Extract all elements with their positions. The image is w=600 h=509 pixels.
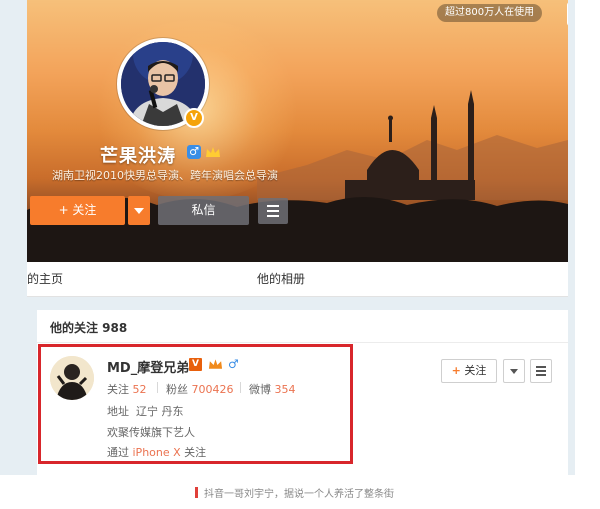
dropdown-chevron-icon[interactable] — [503, 359, 525, 383]
plus-icon: + — [451, 364, 461, 377]
follow-button[interactable]: + 关注 — [30, 196, 125, 225]
profile-tab-bar: 的主页 他的相册 — [27, 262, 568, 297]
follow-dropdown-button[interactable] — [128, 196, 150, 225]
tab-album[interactable]: 他的相册 — [257, 270, 305, 287]
menu-icon[interactable] — [530, 359, 552, 383]
verify-v-icon: V — [184, 108, 204, 128]
menu-icon-line — [536, 374, 546, 376]
menu-icon-line — [536, 370, 546, 372]
more-menu-button[interactable] — [258, 198, 288, 224]
follow-list-title: 他的关注 988 — [50, 321, 128, 335]
profile-bio: 湖南卫视2010快男总导演、跨年演唱会总导演 — [52, 169, 278, 182]
male-gender-icon: ♂ — [187, 145, 201, 159]
message-button[interactable]: 私信 — [158, 196, 249, 225]
menu-icon-line — [536, 366, 546, 368]
image-caption: 抖音一哥刘宇宁，据说一个人养活了整条街 — [204, 489, 394, 500]
tab-home[interactable]: 的主页 — [27, 270, 63, 287]
user-count-badge: 超过800万人在使用 — [437, 4, 543, 22]
divider — [37, 342, 568, 343]
menu-icon-line — [267, 210, 279, 212]
crown-icon — [205, 145, 221, 159]
caption-marker — [195, 487, 198, 498]
weibo-profile-page: 超过800万人在使用 V 芒果洪涛 ♂ 湖南卫视2010快男总导演、跨年演唱会总… — [0, 0, 600, 509]
app-icon[interactable] — [567, 2, 568, 26]
profile-name: 芒果洪涛 — [100, 146, 176, 167]
menu-icon-line — [267, 215, 279, 217]
highlight-box — [38, 344, 353, 464]
follow-user-button[interactable]: + 关注 — [441, 359, 497, 383]
follow-user-label: 关注 — [464, 364, 487, 377]
menu-icon-line — [267, 205, 279, 207]
